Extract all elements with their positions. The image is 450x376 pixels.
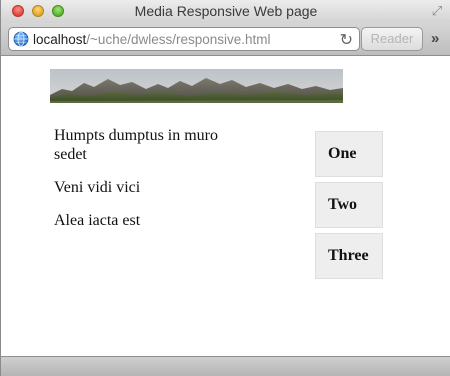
address-bar[interactable]: localhost/~uche/dwless/responsive.html ↻ xyxy=(8,27,360,51)
text-column: Humpts dumptus in muro sedet Veni vidi v… xyxy=(54,126,244,244)
paragraph-2: Veni vidi vici xyxy=(54,179,141,196)
paragraph-1: Humpts dumptus in muro sedet xyxy=(54,127,219,163)
toolbar: localhost/~uche/dwless/responsive.html ↻… xyxy=(1,23,450,56)
box-three: Three xyxy=(315,233,383,279)
fullscreen-icon[interactable]: ⤢ xyxy=(430,4,444,18)
box-one: One xyxy=(315,131,383,177)
page-content: Humpts dumptus in muro sedet Veni vidi v… xyxy=(1,56,450,356)
mountain-banner-image xyxy=(50,69,343,103)
title-bar: Media Responsive Web page ⤢ xyxy=(1,0,450,23)
reload-icon[interactable]: ↻ xyxy=(340,30,353,50)
chevron-double-right-icon[interactable]: » xyxy=(431,30,439,47)
browser-window: Media Responsive Web page ⤢ localhost/~u… xyxy=(0,0,450,376)
paragraph-3: Alea iacta est xyxy=(54,212,141,229)
globe-icon xyxy=(13,31,29,47)
status-bar xyxy=(1,356,450,376)
box-column: One Two Three xyxy=(315,131,383,284)
window-title: Media Responsive Web page xyxy=(134,3,318,19)
url-path: /~uche/dwless/responsive.html xyxy=(86,32,271,47)
reader-button[interactable]: Reader xyxy=(361,27,423,51)
url-host: localhost xyxy=(33,32,87,47)
url-field[interactable]: localhost/~uche/dwless/responsive.html xyxy=(33,32,271,47)
box-two: Two xyxy=(315,182,383,228)
